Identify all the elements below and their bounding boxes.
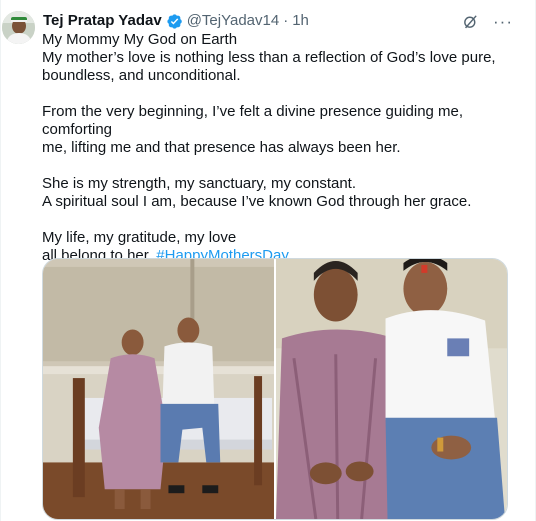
tweet-text-line: me, lifting me and that presence has alw… bbox=[42, 139, 401, 156]
author-handle[interactable]: @TejYadav14 bbox=[187, 11, 280, 31]
tweet-text-line: From the very beginning, I’ve felt a div… bbox=[42, 103, 464, 138]
tweet-header-actions: ··· bbox=[462, 11, 513, 31]
author-display-name[interactable]: Tej Pratap Yadav bbox=[43, 11, 162, 31]
tweet-text-line: My Mommy My God on Earth bbox=[42, 31, 238, 48]
tweet-header: Tej Pratap Yadav @TejYadav14 · 1h bbox=[43, 11, 309, 31]
tweet-text-line: She is my strength, my sanctuary, my con… bbox=[42, 175, 357, 192]
profile-avatar[interactable] bbox=[2, 11, 35, 44]
photo-1[interactable] bbox=[43, 259, 274, 519]
media-grid bbox=[42, 258, 508, 520]
tweet-text-line: A spiritual soul I am, because I’ve know… bbox=[42, 193, 472, 210]
tweet-text: My Mommy My God on Earth My mother’s lov… bbox=[42, 31, 522, 265]
verified-badge-icon[interactable] bbox=[166, 13, 183, 30]
more-icon[interactable]: ··· bbox=[493, 13, 513, 30]
photo-2[interactable] bbox=[276, 259, 507, 519]
tweet-card[interactable]: Tej Pratap Yadav @TejYadav14 · 1h ··· My… bbox=[0, 0, 536, 521]
grok-icon[interactable] bbox=[462, 13, 479, 30]
separator-dot: · bbox=[283, 12, 289, 29]
tweet-text-line: My mother’s love is nothing less than a … bbox=[42, 49, 496, 66]
tweet-text-line: boundless, and unconditional. bbox=[42, 67, 241, 84]
tweet-text-line: My life, my gratitude, my love bbox=[42, 229, 237, 246]
tweet-timestamp[interactable]: 1h bbox=[292, 11, 309, 31]
